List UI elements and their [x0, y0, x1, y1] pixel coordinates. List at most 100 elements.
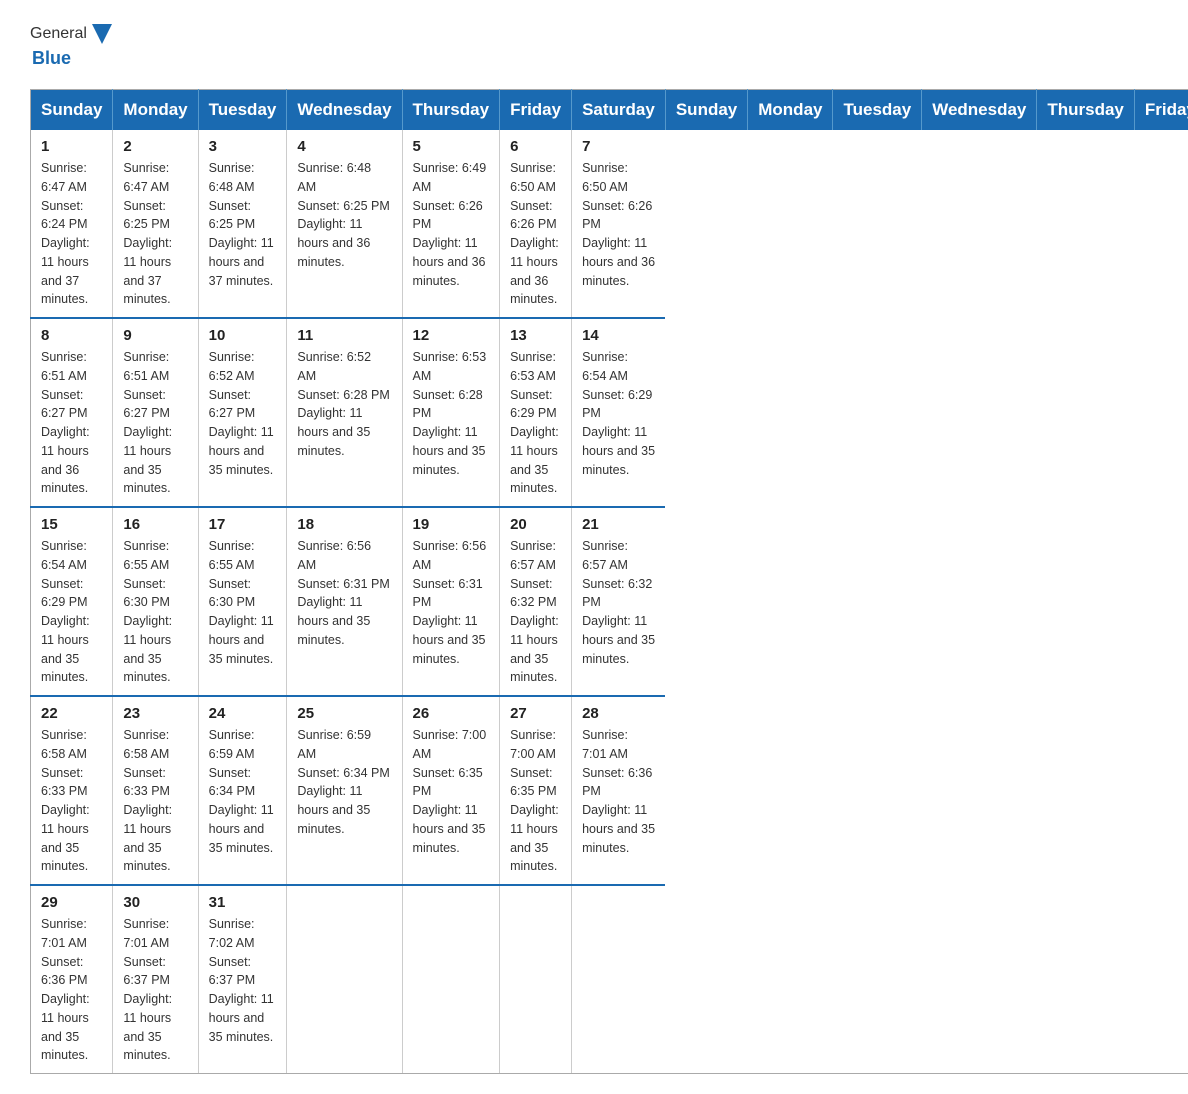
day-info: Sunrise: 6:54 AM Sunset: 6:29 PM Dayligh…: [41, 537, 102, 687]
calendar-cell: 8 Sunrise: 6:51 AM Sunset: 6:27 PM Dayli…: [31, 318, 113, 507]
day-number: 21: [582, 516, 655, 533]
day-number: 24: [209, 705, 277, 722]
day-number: 16: [123, 516, 187, 533]
calendar-cell: [287, 885, 402, 1074]
day-number: 13: [510, 327, 561, 344]
calendar-cell: [402, 885, 500, 1074]
calendar-cell: 26 Sunrise: 7:00 AM Sunset: 6:35 PM Dayl…: [402, 696, 500, 885]
calendar-cell: 21 Sunrise: 6:57 AM Sunset: 6:32 PM Dayl…: [572, 507, 666, 696]
day-number: 2: [123, 138, 187, 155]
calendar-day-header-saturday: Saturday: [572, 90, 666, 131]
day-number: 27: [510, 705, 561, 722]
calendar-cell: 28 Sunrise: 7:01 AM Sunset: 6:36 PM Dayl…: [572, 696, 666, 885]
day-number: 6: [510, 138, 561, 155]
day-number: 23: [123, 705, 187, 722]
day-number: 18: [297, 516, 391, 533]
day-info: Sunrise: 7:01 AM Sunset: 6:36 PM Dayligh…: [41, 915, 102, 1065]
calendar-cell: 16 Sunrise: 6:55 AM Sunset: 6:30 PM Dayl…: [113, 507, 198, 696]
logo: General Blue: [30, 20, 117, 69]
calendar-week-row: 1 Sunrise: 6:47 AM Sunset: 6:24 PM Dayli…: [31, 130, 1188, 318]
day-number: 22: [41, 705, 102, 722]
calendar-cell: 22 Sunrise: 6:58 AM Sunset: 6:33 PM Dayl…: [31, 696, 113, 885]
day-info: Sunrise: 6:53 AM Sunset: 6:29 PM Dayligh…: [510, 348, 561, 498]
calendar-cell: 14 Sunrise: 6:54 AM Sunset: 6:29 PM Dayl…: [572, 318, 666, 507]
day-number: 11: [297, 327, 391, 344]
day-number: 3: [209, 138, 277, 155]
logo-flag-icon: [88, 20, 116, 48]
calendar-cell: 19 Sunrise: 6:56 AM Sunset: 6:31 PM Dayl…: [402, 507, 500, 696]
page-header: General Blue: [30, 20, 1158, 69]
calendar-day-header-wednesday: Wednesday: [287, 90, 402, 131]
calendar-cell: 30 Sunrise: 7:01 AM Sunset: 6:37 PM Dayl…: [113, 885, 198, 1074]
day-number: 8: [41, 327, 102, 344]
day-info: Sunrise: 6:47 AM Sunset: 6:25 PM Dayligh…: [123, 159, 187, 309]
day-number: 12: [413, 327, 490, 344]
day-number: 28: [582, 705, 655, 722]
calendar-day-header-thursday: Thursday: [1037, 90, 1135, 131]
day-info: Sunrise: 6:55 AM Sunset: 6:30 PM Dayligh…: [123, 537, 187, 687]
day-info: Sunrise: 6:48 AM Sunset: 6:25 PM Dayligh…: [297, 159, 391, 272]
calendar-cell: 23 Sunrise: 6:58 AM Sunset: 6:33 PM Dayl…: [113, 696, 198, 885]
calendar-day-header-monday: Monday: [748, 90, 833, 131]
day-info: Sunrise: 6:57 AM Sunset: 6:32 PM Dayligh…: [582, 537, 655, 668]
calendar-day-header-friday: Friday: [500, 90, 572, 131]
calendar-cell: 25 Sunrise: 6:59 AM Sunset: 6:34 PM Dayl…: [287, 696, 402, 885]
calendar-cell: 9 Sunrise: 6:51 AM Sunset: 6:27 PM Dayli…: [113, 318, 198, 507]
calendar-cell: 12 Sunrise: 6:53 AM Sunset: 6:28 PM Dayl…: [402, 318, 500, 507]
day-info: Sunrise: 6:52 AM Sunset: 6:28 PM Dayligh…: [297, 348, 391, 461]
calendar-day-header-wednesday: Wednesday: [922, 90, 1037, 131]
calendar-cell: [500, 885, 572, 1074]
calendar-day-header-tuesday: Tuesday: [198, 90, 287, 131]
day-number: 29: [41, 894, 102, 911]
day-info: Sunrise: 6:51 AM Sunset: 6:27 PM Dayligh…: [123, 348, 187, 498]
day-info: Sunrise: 7:01 AM Sunset: 6:36 PM Dayligh…: [582, 726, 655, 857]
calendar-cell: 18 Sunrise: 6:56 AM Sunset: 6:31 PM Dayl…: [287, 507, 402, 696]
calendar-cell: 13 Sunrise: 6:53 AM Sunset: 6:29 PM Dayl…: [500, 318, 572, 507]
calendar-cell: 15 Sunrise: 6:54 AM Sunset: 6:29 PM Dayl…: [31, 507, 113, 696]
day-number: 20: [510, 516, 561, 533]
day-info: Sunrise: 6:50 AM Sunset: 6:26 PM Dayligh…: [510, 159, 561, 309]
calendar-cell: 20 Sunrise: 6:57 AM Sunset: 6:32 PM Dayl…: [500, 507, 572, 696]
day-info: Sunrise: 6:53 AM Sunset: 6:28 PM Dayligh…: [413, 348, 490, 479]
calendar-cell: 7 Sunrise: 6:50 AM Sunset: 6:26 PM Dayli…: [572, 130, 666, 318]
calendar-day-header-thursday: Thursday: [402, 90, 500, 131]
day-number: 4: [297, 138, 391, 155]
calendar-week-row: 8 Sunrise: 6:51 AM Sunset: 6:27 PM Dayli…: [31, 318, 1188, 507]
calendar-cell: 11 Sunrise: 6:52 AM Sunset: 6:28 PM Dayl…: [287, 318, 402, 507]
day-info: Sunrise: 6:54 AM Sunset: 6:29 PM Dayligh…: [582, 348, 655, 479]
calendar-cell: 31 Sunrise: 7:02 AM Sunset: 6:37 PM Dayl…: [198, 885, 287, 1074]
calendar-cell: 17 Sunrise: 6:55 AM Sunset: 6:30 PM Dayl…: [198, 507, 287, 696]
day-info: Sunrise: 7:01 AM Sunset: 6:37 PM Dayligh…: [123, 915, 187, 1065]
day-info: Sunrise: 6:50 AM Sunset: 6:26 PM Dayligh…: [582, 159, 655, 290]
calendar-cell: 1 Sunrise: 6:47 AM Sunset: 6:24 PM Dayli…: [31, 130, 113, 318]
day-info: Sunrise: 6:56 AM Sunset: 6:31 PM Dayligh…: [297, 537, 391, 650]
logo-blue-text: Blue: [32, 48, 71, 69]
calendar-week-row: 29 Sunrise: 7:01 AM Sunset: 6:36 PM Dayl…: [31, 885, 1188, 1074]
calendar-header-row: SundayMondayTuesdayWednesdayThursdayFrid…: [31, 90, 1188, 131]
logo-general-text: General: [30, 25, 87, 43]
calendar-week-row: 22 Sunrise: 6:58 AM Sunset: 6:33 PM Dayl…: [31, 696, 1188, 885]
day-info: Sunrise: 6:49 AM Sunset: 6:26 PM Dayligh…: [413, 159, 490, 290]
calendar-cell: 4 Sunrise: 6:48 AM Sunset: 6:25 PM Dayli…: [287, 130, 402, 318]
day-info: Sunrise: 7:00 AM Sunset: 6:35 PM Dayligh…: [413, 726, 490, 857]
day-number: 31: [209, 894, 277, 911]
day-info: Sunrise: 7:00 AM Sunset: 6:35 PM Dayligh…: [510, 726, 561, 876]
calendar-cell: [572, 885, 666, 1074]
day-info: Sunrise: 6:52 AM Sunset: 6:27 PM Dayligh…: [209, 348, 277, 479]
day-info: Sunrise: 6:59 AM Sunset: 6:34 PM Dayligh…: [297, 726, 391, 839]
calendar-day-header-monday: Monday: [113, 90, 198, 131]
day-number: 9: [123, 327, 187, 344]
calendar-cell: 3 Sunrise: 6:48 AM Sunset: 6:25 PM Dayli…: [198, 130, 287, 318]
day-number: 19: [413, 516, 490, 533]
day-info: Sunrise: 6:58 AM Sunset: 6:33 PM Dayligh…: [41, 726, 102, 876]
day-number: 25: [297, 705, 391, 722]
day-number: 30: [123, 894, 187, 911]
day-number: 26: [413, 705, 490, 722]
day-number: 10: [209, 327, 277, 344]
day-info: Sunrise: 6:58 AM Sunset: 6:33 PM Dayligh…: [123, 726, 187, 876]
day-info: Sunrise: 6:59 AM Sunset: 6:34 PM Dayligh…: [209, 726, 277, 857]
calendar-cell: 24 Sunrise: 6:59 AM Sunset: 6:34 PM Dayl…: [198, 696, 287, 885]
calendar-cell: 2 Sunrise: 6:47 AM Sunset: 6:25 PM Dayli…: [113, 130, 198, 318]
day-number: 1: [41, 138, 102, 155]
day-info: Sunrise: 6:47 AM Sunset: 6:24 PM Dayligh…: [41, 159, 102, 309]
